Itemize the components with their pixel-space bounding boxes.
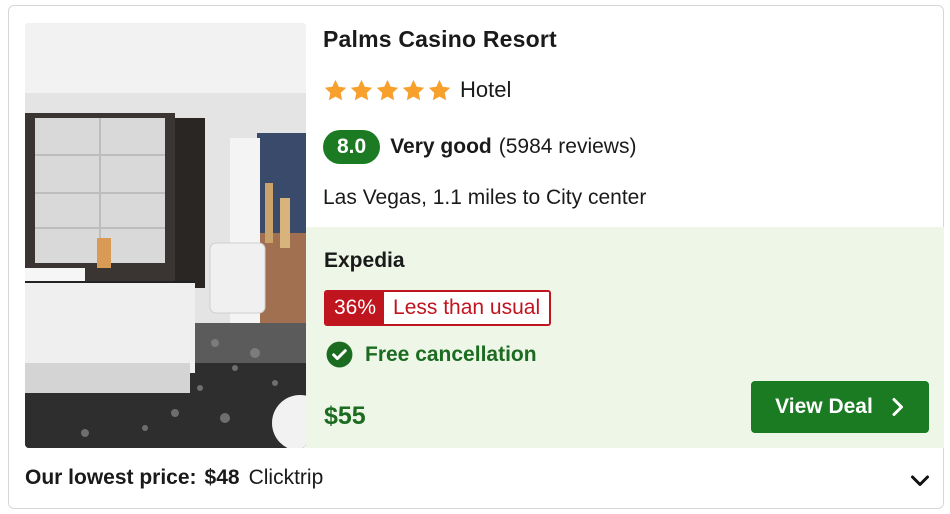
- star-icon: [376, 79, 399, 100]
- score-badge: 8.0: [323, 130, 381, 164]
- view-deal-label: View Deal: [775, 395, 873, 418]
- lowest-price-row: Our lowest price: $48 Clicktrip: [25, 466, 323, 490]
- deal-provider: Expedia: [324, 249, 405, 272]
- deal-price: $55: [324, 402, 366, 430]
- hotel-type: Hotel: [460, 77, 512, 102]
- hotel-location: Las Vegas, 1.1 miles to City center: [323, 186, 647, 209]
- chevron-right-icon: [892, 398, 903, 416]
- expand-prices-button[interactable]: [907, 468, 933, 494]
- chevron-down-icon: [911, 475, 929, 486]
- view-deal-button[interactable]: View Deal: [751, 381, 929, 433]
- star-icon: [324, 79, 347, 100]
- review-rating[interactable]: 8.0 Very good (5984 reviews): [323, 130, 636, 164]
- star-icon: [428, 79, 451, 100]
- discount-badge: 36% Less than usual: [324, 290, 552, 326]
- discount-percent: 36%: [326, 292, 385, 324]
- star-rating: Hotel: [323, 77, 511, 103]
- lowest-price: $48: [204, 466, 240, 489]
- free-cancellation-label: Free cancellation: [365, 342, 537, 366]
- star-icon: [402, 79, 425, 100]
- review-count: (5984 reviews): [498, 135, 637, 158]
- lowest-price-label: Our lowest price:: [25, 466, 197, 489]
- rating-word: Very good: [390, 135, 492, 158]
- hotel-card: Palms Casino Resort Hotel 8.0 Very good …: [8, 5, 944, 509]
- free-cancellation: Free cancellation: [326, 341, 537, 368]
- hotel-room-image: [25, 23, 306, 448]
- check-circle-icon: [326, 341, 353, 368]
- lowest-price-provider: Clicktrip: [248, 466, 324, 489]
- hotel-name[interactable]: Palms Casino Resort: [323, 26, 557, 53]
- star-icon: [350, 79, 373, 100]
- deal-panel[interactable]: Expedia 36% Less than usual Free cancell…: [306, 227, 944, 448]
- hotel-photo[interactable]: [25, 23, 306, 448]
- discount-text: Less than usual: [384, 292, 550, 324]
